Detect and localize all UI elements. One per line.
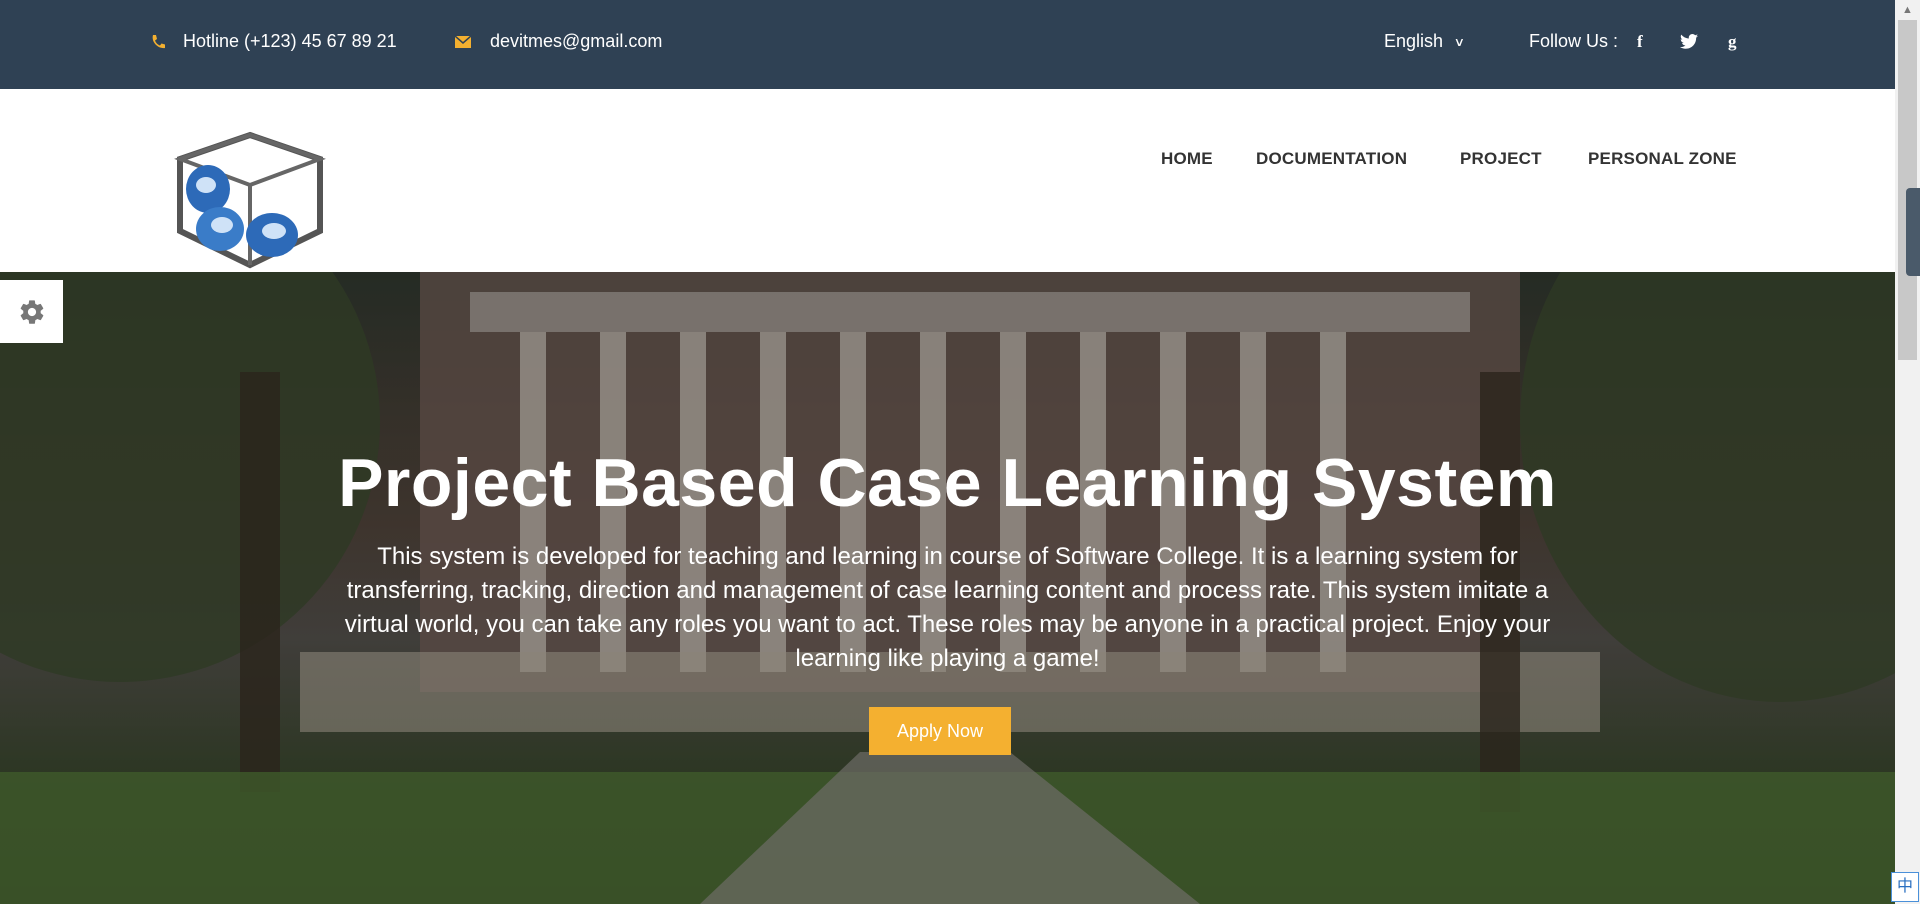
hero-description: This system is developed for teaching an… <box>344 543 1551 672</box>
settings-toggle[interactable] <box>0 280 63 343</box>
nav-documentation[interactable]: DOCUMENTATION <box>1256 149 1407 169</box>
follow-us-label: Follow Us : <box>1529 31 1618 52</box>
mail-icon <box>455 35 471 48</box>
nav-personal-zone[interactable]: PERSONAL ZONE <box>1588 149 1737 169</box>
hero-title: Project Based Case Learning System <box>338 445 1557 521</box>
top-bar: Hotline (+123) 45 67 89 21 devitmes@gmai… <box>0 0 1895 89</box>
scroll-up-arrow-icon[interactable]: ▲ <box>1895 0 1920 20</box>
header: HOME DOCUMENTATION PROJECT PERSONAL ZONE <box>0 89 1895 272</box>
hero-banner: Project Based Case Learning System This … <box>0 272 1895 904</box>
google-icon[interactable]: g <box>1728 32 1737 52</box>
gear-icon <box>20 299 43 324</box>
email-text: devitmes@gmail.com <box>490 31 663 51</box>
side-widget-tab[interactable] <box>1906 188 1920 276</box>
logo-icon[interactable] <box>160 131 340 269</box>
page-scrollbar[interactable]: ▲ <box>1895 0 1920 904</box>
language-select[interactable]: English ∨ <box>1384 31 1466 52</box>
chevron-down-icon: ∨ <box>1453 34 1466 49</box>
nav-home[interactable]: HOME <box>1161 149 1213 169</box>
hotline: Hotline (+123) 45 67 89 21 <box>150 31 397 52</box>
hotline-text: Hotline (+123) 45 67 89 21 <box>183 31 397 51</box>
apply-now-button[interactable]: Apply Now <box>869 707 1011 755</box>
facebook-icon[interactable]: f <box>1637 32 1643 52</box>
nav-project[interactable]: PROJECT <box>1460 149 1542 169</box>
follow-us-text: Follow Us : <box>1529 31 1619 51</box>
twitter-icon[interactable] <box>1680 34 1698 49</box>
ime-indicator[interactable]: 中 <box>1891 872 1919 902</box>
email[interactable]: devitmes@gmail.com <box>455 31 662 52</box>
language-label: English <box>1384 31 1444 51</box>
phone-icon <box>152 34 165 48</box>
